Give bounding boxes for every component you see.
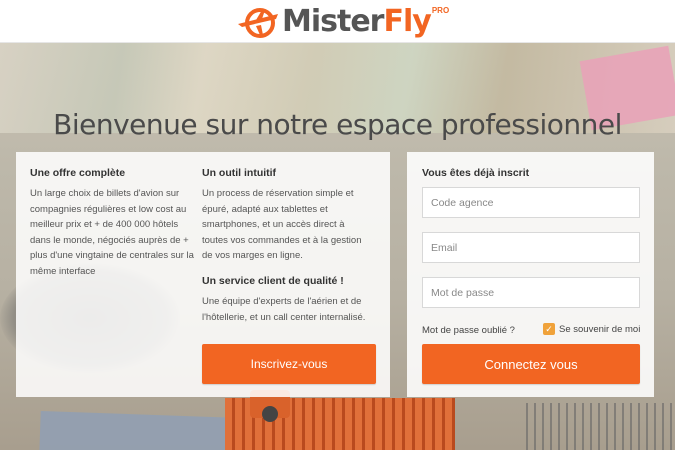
toy-plane-pilot-decoration — [262, 406, 278, 422]
offer-heading: Une offre complète — [30, 167, 126, 179]
email-input[interactable] — [422, 232, 640, 263]
register-button[interactable]: Inscrivez-vous — [202, 344, 376, 384]
remember-me-checkbox[interactable]: ✓ — [543, 323, 555, 335]
offer-text: Un large choix de billets d'avion sur co… — [30, 188, 194, 277]
service-heading: Un service client de qualité ! — [202, 275, 344, 287]
login-heading: Vous êtes déjà inscrit — [422, 167, 530, 179]
remember-me-toggle[interactable]: ✓ Se souvenir de moi — [543, 323, 640, 335]
checkmark-icon: ✓ — [545, 323, 553, 334]
agency-code-input[interactable] — [422, 187, 640, 218]
misterfly-logo[interactable]: MisterFly PRO — [236, 2, 449, 42]
password-input[interactable] — [422, 277, 640, 308]
logo-text-mister: Mister — [282, 4, 384, 39]
presentation-panel: Une offre complète Un large choix de bil… — [16, 152, 390, 397]
notebook-spiral-decoration — [520, 403, 675, 450]
tool-heading: Un outil intuitif — [202, 167, 277, 179]
login-panel: Vous êtes déjà inscrit Mot de passe oubl… — [407, 152, 654, 397]
logo-text-fly: Fly — [383, 4, 431, 39]
logo-wordmark: MisterFly — [282, 4, 432, 39]
logo-pro-badge: PRO — [431, 5, 450, 15]
tool-text: Un process de réservation simple et épur… — [202, 188, 362, 261]
header: MisterFly PRO — [0, 0, 675, 43]
remember-me-label: Se souvenir de moi — [559, 323, 641, 335]
page-title: Bienvenue sur notre espace professionnel — [53, 108, 622, 141]
login-submit-button[interactable]: Connectez vous — [422, 344, 640, 384]
service-text: Une équipe d'experts de l'aérien et de l… — [202, 296, 366, 323]
plane-logo-icon — [238, 8, 278, 38]
forgot-password-link[interactable]: Mot de passe oublié ? — [422, 325, 515, 336]
